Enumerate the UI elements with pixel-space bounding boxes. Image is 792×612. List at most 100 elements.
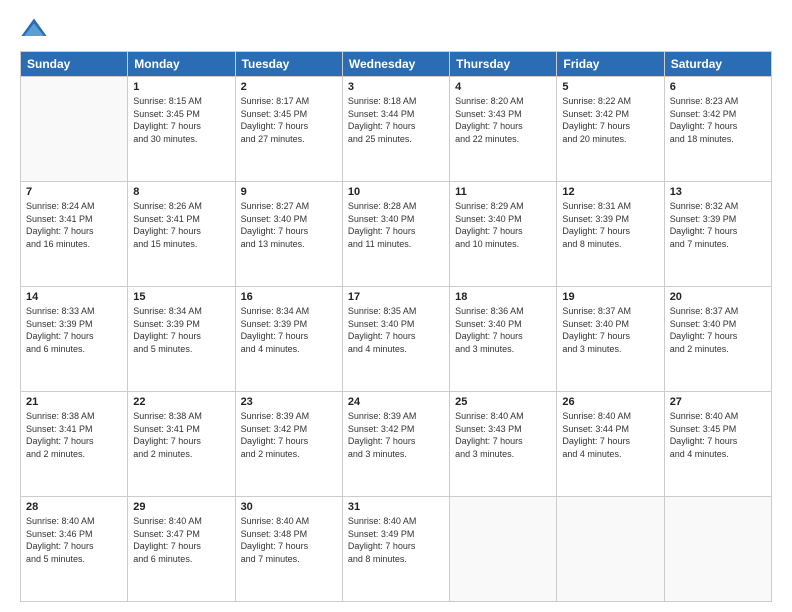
calendar-cell: 9Sunrise: 8:27 AM Sunset: 3:40 PM Daylig… <box>235 182 342 287</box>
calendar-cell <box>21 77 128 182</box>
calendar-header-row: SundayMondayTuesdayWednesdayThursdayFrid… <box>21 52 772 77</box>
day-number: 5 <box>562 81 658 93</box>
day-number: 28 <box>26 501 122 513</box>
day-number: 27 <box>670 396 766 408</box>
day-info: Sunrise: 8:24 AM Sunset: 3:41 PM Dayligh… <box>26 200 122 250</box>
day-number: 23 <box>241 396 337 408</box>
day-of-week-header: Sunday <box>21 52 128 77</box>
calendar-cell: 27 Sunrise: 8:40 AM Sunset: 3:45 PM Dayli… <box>664 392 771 497</box>
day-info: Sunrise: 8:38 AM Sunset: 3:41 PM Dayligh… <box>26 410 122 460</box>
day-info: Sunrise: 8:33 AM Sunset: 3:39 PM Dayligh… <box>26 305 122 355</box>
calendar-cell: 25 Sunrise: 8:40 AM Sunset: 3:43 PM Dayli… <box>450 392 557 497</box>
day-number: 20 <box>670 291 766 303</box>
day-info: Sunrise: 8:15 AM Sunset: 3:45 PM Dayligh… <box>133 95 229 145</box>
day-number: 3 <box>348 81 444 93</box>
day-number: 17 <box>348 291 444 303</box>
calendar-week-row: 21 Sunrise: 8:38 AM Sunset: 3:41 PM Dayli… <box>21 392 772 497</box>
day-number: 6 <box>670 81 766 93</box>
day-info: Sunrise: 8:39 AM Sunset: 3:42 PM Dayligh… <box>348 410 444 460</box>
calendar-cell: 30 Sunrise: 8:40 AM Sunset: 3:48 PM Dayli… <box>235 497 342 602</box>
day-number: 21 <box>26 396 122 408</box>
calendar-cell: 31 Sunrise: 8:40 AM Sunset: 3:49 PM Dayli… <box>342 497 449 602</box>
day-info: Sunrise: 8:36 AM Sunset: 3:40 PM Dayligh… <box>455 305 551 355</box>
calendar-cell: 10Sunrise: 8:28 AM Sunset: 3:40 PM Dayli… <box>342 182 449 287</box>
day-info: Sunrise: 8:40 AM Sunset: 3:49 PM Dayligh… <box>348 515 444 565</box>
day-number: 18 <box>455 291 551 303</box>
day-number: 16 <box>241 291 337 303</box>
calendar-cell: 24 Sunrise: 8:39 AM Sunset: 3:42 PM Dayli… <box>342 392 449 497</box>
day-of-week-header: Wednesday <box>342 52 449 77</box>
calendar-cell: 15 Sunrise: 8:34 AM Sunset: 3:39 PM Dayli… <box>128 287 235 392</box>
calendar-cell: 18 Sunrise: 8:36 AM Sunset: 3:40 PM Dayli… <box>450 287 557 392</box>
calendar-cell: 14 Sunrise: 8:33 AM Sunset: 3:39 PM Dayli… <box>21 287 128 392</box>
day-info: Sunrise: 8:40 AM Sunset: 3:48 PM Dayligh… <box>241 515 337 565</box>
day-number: 8 <box>133 186 229 198</box>
calendar-cell <box>664 497 771 602</box>
calendar-cell: 28 Sunrise: 8:40 AM Sunset: 3:46 PM Dayli… <box>21 497 128 602</box>
day-info: Sunrise: 8:37 AM Sunset: 3:40 PM Dayligh… <box>670 305 766 355</box>
day-info: Sunrise: 8:22 AM Sunset: 3:42 PM Dayligh… <box>562 95 658 145</box>
calendar-week-row: 28 Sunrise: 8:40 AM Sunset: 3:46 PM Dayli… <box>21 497 772 602</box>
day-number: 19 <box>562 291 658 303</box>
day-info: Sunrise: 8:31 AM Sunset: 3:39 PM Dayligh… <box>562 200 658 250</box>
day-info: Sunrise: 8:40 AM Sunset: 3:45 PM Dayligh… <box>670 410 766 460</box>
day-number: 30 <box>241 501 337 513</box>
calendar-cell: 6Sunrise: 8:23 AM Sunset: 3:42 PM Daylig… <box>664 77 771 182</box>
calendar-cell: 19 Sunrise: 8:37 AM Sunset: 3:40 PM Dayli… <box>557 287 664 392</box>
day-info: Sunrise: 8:29 AM Sunset: 3:40 PM Dayligh… <box>455 200 551 250</box>
day-number: 4 <box>455 81 551 93</box>
calendar-week-row: 7 Sunrise: 8:24 AM Sunset: 3:41 PM Daylig… <box>21 182 772 287</box>
calendar-cell: 13 Sunrise: 8:32 AM Sunset: 3:39 PM Dayli… <box>664 182 771 287</box>
calendar-cell: 23 Sunrise: 8:39 AM Sunset: 3:42 PM Dayli… <box>235 392 342 497</box>
day-of-week-header: Friday <box>557 52 664 77</box>
day-info: Sunrise: 8:39 AM Sunset: 3:42 PM Dayligh… <box>241 410 337 460</box>
calendar-cell: 1Sunrise: 8:15 AM Sunset: 3:45 PM Daylig… <box>128 77 235 182</box>
calendar-cell: 3 Sunrise: 8:18 AM Sunset: 3:44 PM Daylig… <box>342 77 449 182</box>
day-info: Sunrise: 8:40 AM Sunset: 3:43 PM Dayligh… <box>455 410 551 460</box>
calendar-cell: 26 Sunrise: 8:40 AM Sunset: 3:44 PM Dayli… <box>557 392 664 497</box>
day-info: Sunrise: 8:40 AM Sunset: 3:44 PM Dayligh… <box>562 410 658 460</box>
day-info: Sunrise: 8:40 AM Sunset: 3:47 PM Dayligh… <box>133 515 229 565</box>
calendar-cell: 29 Sunrise: 8:40 AM Sunset: 3:47 PM Dayli… <box>128 497 235 602</box>
day-info: Sunrise: 8:20 AM Sunset: 3:43 PM Dayligh… <box>455 95 551 145</box>
day-info: Sunrise: 8:28 AM Sunset: 3:40 PM Dayligh… <box>348 200 444 250</box>
day-info: Sunrise: 8:32 AM Sunset: 3:39 PM Dayligh… <box>670 200 766 250</box>
calendar-cell: 12 Sunrise: 8:31 AM Sunset: 3:39 PM Dayli… <box>557 182 664 287</box>
day-of-week-header: Monday <box>128 52 235 77</box>
calendar-cell: 8Sunrise: 8:26 AM Sunset: 3:41 PM Daylig… <box>128 182 235 287</box>
day-number: 26 <box>562 396 658 408</box>
day-number: 13 <box>670 186 766 198</box>
day-info: Sunrise: 8:37 AM Sunset: 3:40 PM Dayligh… <box>562 305 658 355</box>
day-info: Sunrise: 8:17 AM Sunset: 3:45 PM Dayligh… <box>241 95 337 145</box>
header <box>20 15 772 43</box>
calendar-week-row: 1Sunrise: 8:15 AM Sunset: 3:45 PM Daylig… <box>21 77 772 182</box>
calendar-cell <box>557 497 664 602</box>
calendar-week-row: 14 Sunrise: 8:33 AM Sunset: 3:39 PM Dayli… <box>21 287 772 392</box>
logo-icon <box>20 15 48 43</box>
day-number: 31 <box>348 501 444 513</box>
day-info: Sunrise: 8:18 AM Sunset: 3:44 PM Dayligh… <box>348 95 444 145</box>
day-of-week-header: Tuesday <box>235 52 342 77</box>
calendar-cell: 11 Sunrise: 8:29 AM Sunset: 3:40 PM Dayli… <box>450 182 557 287</box>
calendar-cell: 17 Sunrise: 8:35 AM Sunset: 3:40 PM Dayli… <box>342 287 449 392</box>
day-info: Sunrise: 8:34 AM Sunset: 3:39 PM Dayligh… <box>241 305 337 355</box>
calendar-cell: 7 Sunrise: 8:24 AM Sunset: 3:41 PM Daylig… <box>21 182 128 287</box>
day-number: 14 <box>26 291 122 303</box>
day-info: Sunrise: 8:34 AM Sunset: 3:39 PM Dayligh… <box>133 305 229 355</box>
day-number: 15 <box>133 291 229 303</box>
calendar-cell: 22Sunrise: 8:38 AM Sunset: 3:41 PM Dayli… <box>128 392 235 497</box>
day-number: 11 <box>455 186 551 198</box>
day-number: 22 <box>133 396 229 408</box>
day-info: Sunrise: 8:40 AM Sunset: 3:46 PM Dayligh… <box>26 515 122 565</box>
calendar-cell: 21 Sunrise: 8:38 AM Sunset: 3:41 PM Dayli… <box>21 392 128 497</box>
day-number: 7 <box>26 186 122 198</box>
calendar-cell: 5 Sunrise: 8:22 AM Sunset: 3:42 PM Daylig… <box>557 77 664 182</box>
day-number: 24 <box>348 396 444 408</box>
day-number: 12 <box>562 186 658 198</box>
day-number: 29 <box>133 501 229 513</box>
logo <box>20 15 52 43</box>
day-info: Sunrise: 8:35 AM Sunset: 3:40 PM Dayligh… <box>348 305 444 355</box>
calendar-cell: 4 Sunrise: 8:20 AM Sunset: 3:43 PM Daylig… <box>450 77 557 182</box>
calendar-cell: 16 Sunrise: 8:34 AM Sunset: 3:39 PM Dayli… <box>235 287 342 392</box>
day-number: 25 <box>455 396 551 408</box>
